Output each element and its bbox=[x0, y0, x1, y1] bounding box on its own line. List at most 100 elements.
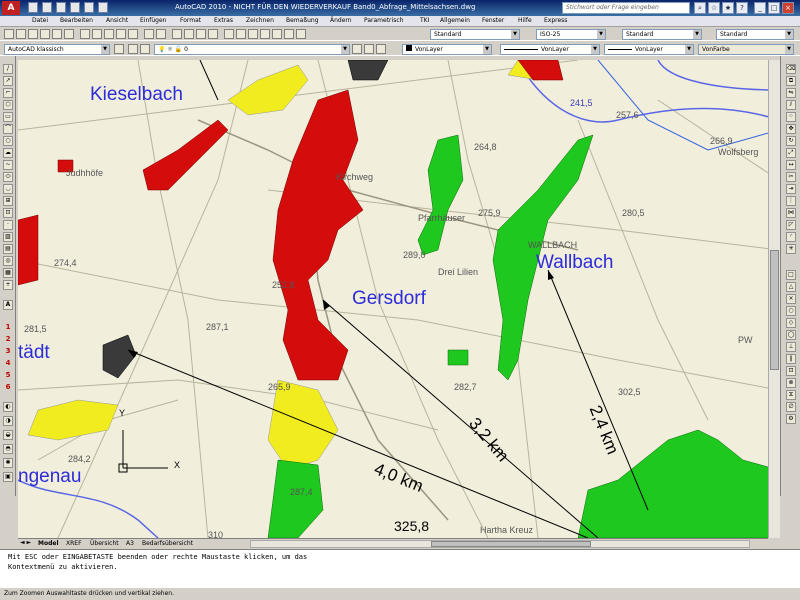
properties-icon[interactable] bbox=[224, 29, 234, 39]
ellipse-icon[interactable]: ⬭ bbox=[3, 172, 13, 182]
maximize-button[interactable]: □ bbox=[768, 2, 780, 14]
horizontal-scrollbar[interactable] bbox=[250, 540, 750, 548]
tab-nav-arrows[interactable]: ◄ ► bbox=[20, 539, 31, 546]
offset-icon[interactable]: ⫽ bbox=[786, 100, 796, 110]
zoom-realtime-icon[interactable] bbox=[184, 29, 194, 39]
print-icon[interactable] bbox=[98, 2, 108, 13]
osnap-midpoint-icon[interactable]: △ bbox=[786, 282, 796, 292]
menu-tki[interactable]: TKI bbox=[420, 17, 429, 24]
toolbar-number-4[interactable]: 4 bbox=[3, 358, 13, 368]
camera-icon[interactable]: ▣ bbox=[3, 472, 13, 482]
make-current-layer-icon[interactable] bbox=[352, 44, 362, 54]
menu-allgemein[interactable]: Allgemein bbox=[440, 17, 470, 24]
render-icon[interactable]: ◑ bbox=[3, 416, 13, 426]
layer-states-icon[interactable] bbox=[140, 44, 150, 54]
help-icon[interactable]: ? bbox=[736, 2, 748, 14]
toolbar-number-5[interactable]: 5 bbox=[3, 370, 13, 380]
copy-object-icon[interactable]: ⧉ bbox=[786, 76, 796, 86]
make-block-icon[interactable]: ⊡ bbox=[3, 208, 13, 218]
extend-icon[interactable]: ⇥ bbox=[786, 184, 796, 194]
open-icon[interactable] bbox=[16, 29, 26, 39]
help-icon[interactable] bbox=[296, 29, 306, 39]
menu-bemassung[interactable]: Bemaßung bbox=[286, 17, 319, 24]
open-file-icon[interactable] bbox=[42, 2, 52, 13]
layer-previous-icon[interactable] bbox=[364, 44, 374, 54]
plotstyle-select[interactable]: VonFarbe ▼ bbox=[698, 44, 794, 55]
osnap-perpendicular-icon[interactable]: ⊥ bbox=[786, 342, 796, 352]
osnap-nearest-icon[interactable]: ⧖ bbox=[786, 390, 796, 400]
textstyle-select[interactable]: Standard ▼ bbox=[430, 29, 520, 40]
toolbar-number-3[interactable]: 3 bbox=[3, 346, 13, 356]
help-search-input[interactable]: Stichwort oder Frage eingeben bbox=[562, 2, 690, 14]
autocad-logo-icon[interactable]: A bbox=[2, 1, 20, 15]
layer-states-manager-icon[interactable] bbox=[376, 44, 386, 54]
chamfer-icon[interactable]: ◸ bbox=[786, 220, 796, 230]
copy-icon[interactable] bbox=[92, 29, 102, 39]
visual-style-icon[interactable]: ◒ bbox=[3, 430, 13, 440]
revision-cloud-icon[interactable]: ☁ bbox=[3, 148, 13, 158]
rotate-icon[interactable]: ↻ bbox=[786, 136, 796, 146]
menu-extras[interactable]: Extras bbox=[214, 17, 233, 24]
block-editor-icon[interactable] bbox=[128, 29, 138, 39]
save-icon[interactable] bbox=[28, 29, 38, 39]
match-properties-icon[interactable] bbox=[116, 29, 126, 39]
arc-icon[interactable]: ⌒ bbox=[3, 124, 13, 134]
osnap-endpoint-icon[interactable]: □ bbox=[786, 270, 796, 280]
add-selected-icon[interactable]: + bbox=[3, 280, 13, 290]
minimize-button[interactable]: _ bbox=[754, 2, 766, 14]
drawing-canvas[interactable]: Kieselbach Gersdorf Wallbach tädt ngenau… bbox=[18, 60, 779, 538]
circle-icon[interactable]: ○ bbox=[3, 136, 13, 146]
osnap-insert-icon[interactable]: ⊡ bbox=[786, 366, 796, 376]
menu-ansicht[interactable]: Ansicht bbox=[106, 17, 128, 24]
osnap-settings-icon[interactable]: ⚙ bbox=[786, 414, 796, 424]
tab-uebersicht[interactable]: Übersicht bbox=[90, 540, 119, 547]
table-icon[interactable]: ▦ bbox=[3, 268, 13, 278]
fillet-icon[interactable]: ◜ bbox=[786, 232, 796, 242]
dimstyle-select[interactable]: ISO-25 ▼ bbox=[536, 29, 606, 40]
erase-icon[interactable]: ⌫ bbox=[786, 64, 796, 74]
layer-properties-icon[interactable] bbox=[128, 44, 138, 54]
mirror-icon[interactable]: ⇋ bbox=[786, 88, 796, 98]
move-icon[interactable]: ✥ bbox=[786, 124, 796, 134]
undo-icon[interactable] bbox=[144, 29, 154, 39]
markup-icon[interactable] bbox=[272, 29, 282, 39]
tab-a3[interactable]: A3 bbox=[126, 540, 134, 547]
osnap-parallel-icon[interactable]: ∥ bbox=[786, 354, 796, 364]
paste-icon[interactable] bbox=[104, 29, 114, 39]
menu-datei[interactable]: Datei bbox=[32, 17, 48, 24]
menu-einfuegen[interactable]: Einfügen bbox=[140, 17, 166, 24]
scroll-thumb[interactable] bbox=[770, 250, 779, 370]
zoom-window-icon[interactable] bbox=[196, 29, 206, 39]
lights-icon[interactable]: ✱ bbox=[3, 458, 13, 468]
osnap-node-icon[interactable]: ⊗ bbox=[786, 378, 796, 388]
plot-icon[interactable] bbox=[40, 29, 50, 39]
command-line[interactable]: Mit ESC oder EINGABETASTE beenden oder r… bbox=[0, 549, 800, 587]
3d-orbit-icon[interactable]: ◐ bbox=[3, 402, 13, 412]
trim-icon[interactable]: ✂ bbox=[786, 172, 796, 182]
pan-icon[interactable] bbox=[172, 29, 182, 39]
osnap-quadrant-icon[interactable]: ◇ bbox=[786, 318, 796, 328]
break-icon[interactable]: ⋮ bbox=[786, 196, 796, 206]
toolbar-number-2[interactable]: 2 bbox=[3, 334, 13, 344]
scroll-thumb[interactable] bbox=[431, 541, 591, 547]
color-select[interactable]: VonLayer ▼ bbox=[402, 44, 492, 55]
osnap-center-icon[interactable]: ○ bbox=[786, 306, 796, 316]
tool-palettes-icon[interactable] bbox=[248, 29, 258, 39]
tab-xref[interactable]: XREF bbox=[66, 540, 82, 547]
close-button[interactable]: × bbox=[782, 2, 794, 14]
multiline-text-icon[interactable]: A bbox=[3, 300, 13, 310]
undo-icon[interactable] bbox=[70, 2, 80, 13]
linetype-select[interactable]: VonLayer ▼ bbox=[500, 44, 600, 55]
explode-icon[interactable]: ✳ bbox=[786, 244, 796, 254]
osnap-intersection-icon[interactable]: × bbox=[786, 294, 796, 304]
communication-center-icon[interactable]: ☆ bbox=[708, 2, 720, 14]
stretch-icon[interactable]: ↔ bbox=[786, 160, 796, 170]
redo-icon[interactable] bbox=[156, 29, 166, 39]
construction-line-icon[interactable]: ↗ bbox=[3, 76, 13, 86]
hatch-icon[interactable]: ▨ bbox=[3, 232, 13, 242]
new-file-icon[interactable] bbox=[28, 2, 38, 13]
polygon-icon[interactable]: ⬡ bbox=[3, 100, 13, 110]
gradient-icon[interactable]: ▤ bbox=[3, 244, 13, 254]
plot-preview-icon[interactable] bbox=[52, 29, 62, 39]
menu-aendern[interactable]: Ändern bbox=[330, 17, 352, 24]
